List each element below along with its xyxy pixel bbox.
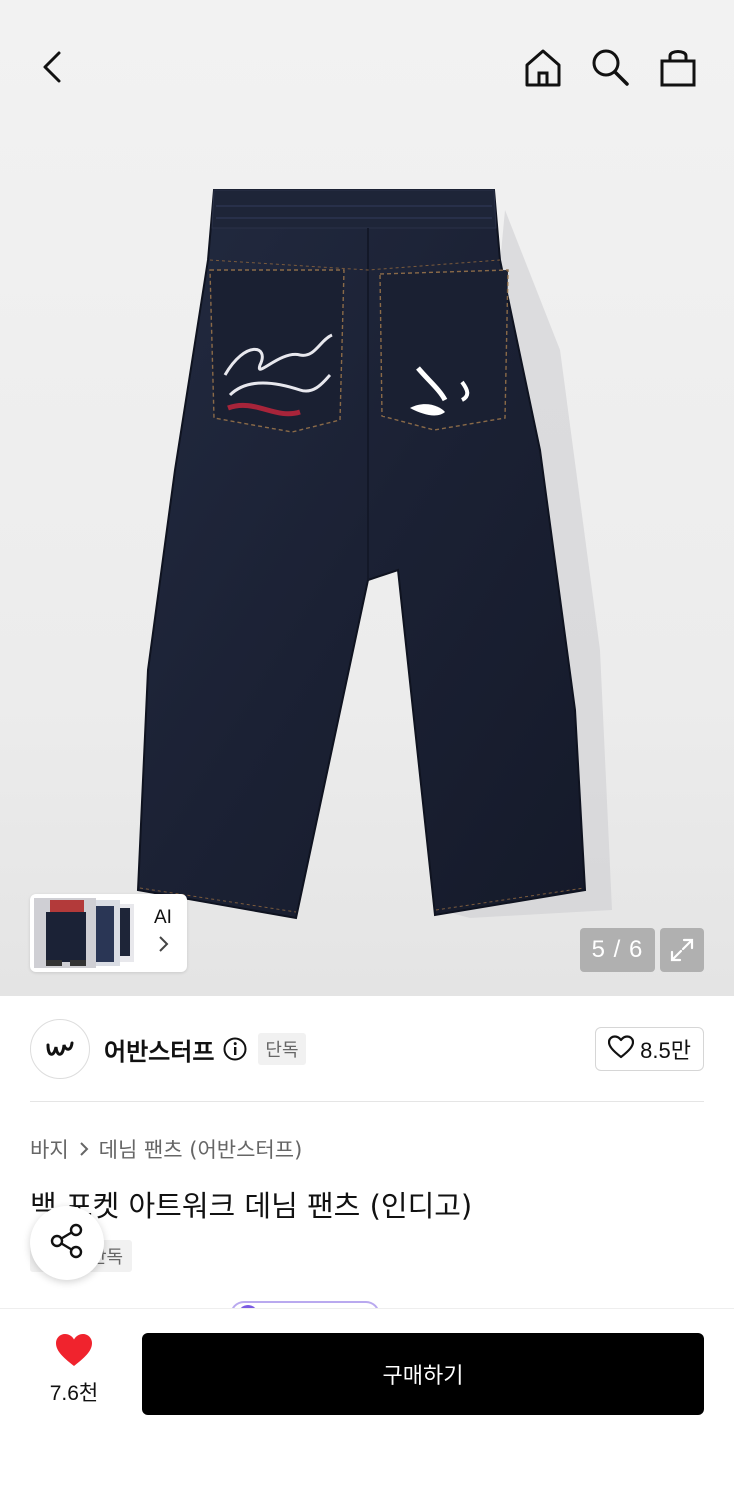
product-image xyxy=(136,189,612,920)
product-detail-page: AI 5 / 6 어반스터프 단독 8.5만 바지 데님 팬츠 (어반스터프) … xyxy=(0,0,734,1500)
chevron-right-icon xyxy=(79,1141,89,1157)
heart-outline-icon xyxy=(608,1035,635,1063)
share-icon xyxy=(49,1223,85,1263)
like-button[interactable]: 7.6천 xyxy=(30,1333,118,1413)
divider xyxy=(30,1101,704,1102)
brand-like-button[interactable]: 8.5만 xyxy=(595,1027,704,1071)
share-button[interactable] xyxy=(30,1206,104,1280)
ai-label: AI xyxy=(154,907,172,928)
bottom-action-bar: 7.6천 구매하기 xyxy=(0,1308,734,1500)
like-count: 7.6천 xyxy=(49,1382,99,1405)
home-icon[interactable] xyxy=(516,40,570,94)
back-icon[interactable] xyxy=(26,40,80,94)
chevron-right-icon xyxy=(157,935,169,959)
breadcrumb-category[interactable]: 바지 xyxy=(30,1134,69,1164)
brand-like-count: 8.5만 xyxy=(640,1038,691,1063)
expand-icon[interactable] xyxy=(660,928,704,972)
top-navigation xyxy=(0,0,734,130)
search-icon[interactable] xyxy=(583,40,637,94)
ai-thumbnail-card[interactable]: AI xyxy=(30,894,187,972)
breadcrumb-subcategory[interactable]: 데님 팬츠 (어반스터프) xyxy=(99,1134,303,1164)
product-gallery[interactable]: AI 5 / 6 xyxy=(0,0,734,996)
exclusive-badge: 단독 xyxy=(258,1033,306,1065)
shopping-bag-icon[interactable] xyxy=(651,40,705,94)
heart-filled-icon xyxy=(55,1333,93,1371)
brand-logo[interactable] xyxy=(30,1019,90,1079)
breadcrumb: 바지 데님 팬츠 (어반스터프) xyxy=(30,1134,302,1164)
brand-row: 어반스터프 단독 8.5만 xyxy=(30,1018,704,1080)
buy-button[interactable]: 구매하기 xyxy=(142,1333,704,1415)
product-title: 백 포켓 아트워크 데님 팬츠 (인디고) xyxy=(30,1189,473,1223)
thumbnail-images xyxy=(34,898,142,968)
info-icon[interactable] xyxy=(222,1036,248,1062)
image-counter: 5 / 6 xyxy=(580,928,655,972)
brand-name[interactable]: 어반스터프 xyxy=(104,1032,214,1067)
